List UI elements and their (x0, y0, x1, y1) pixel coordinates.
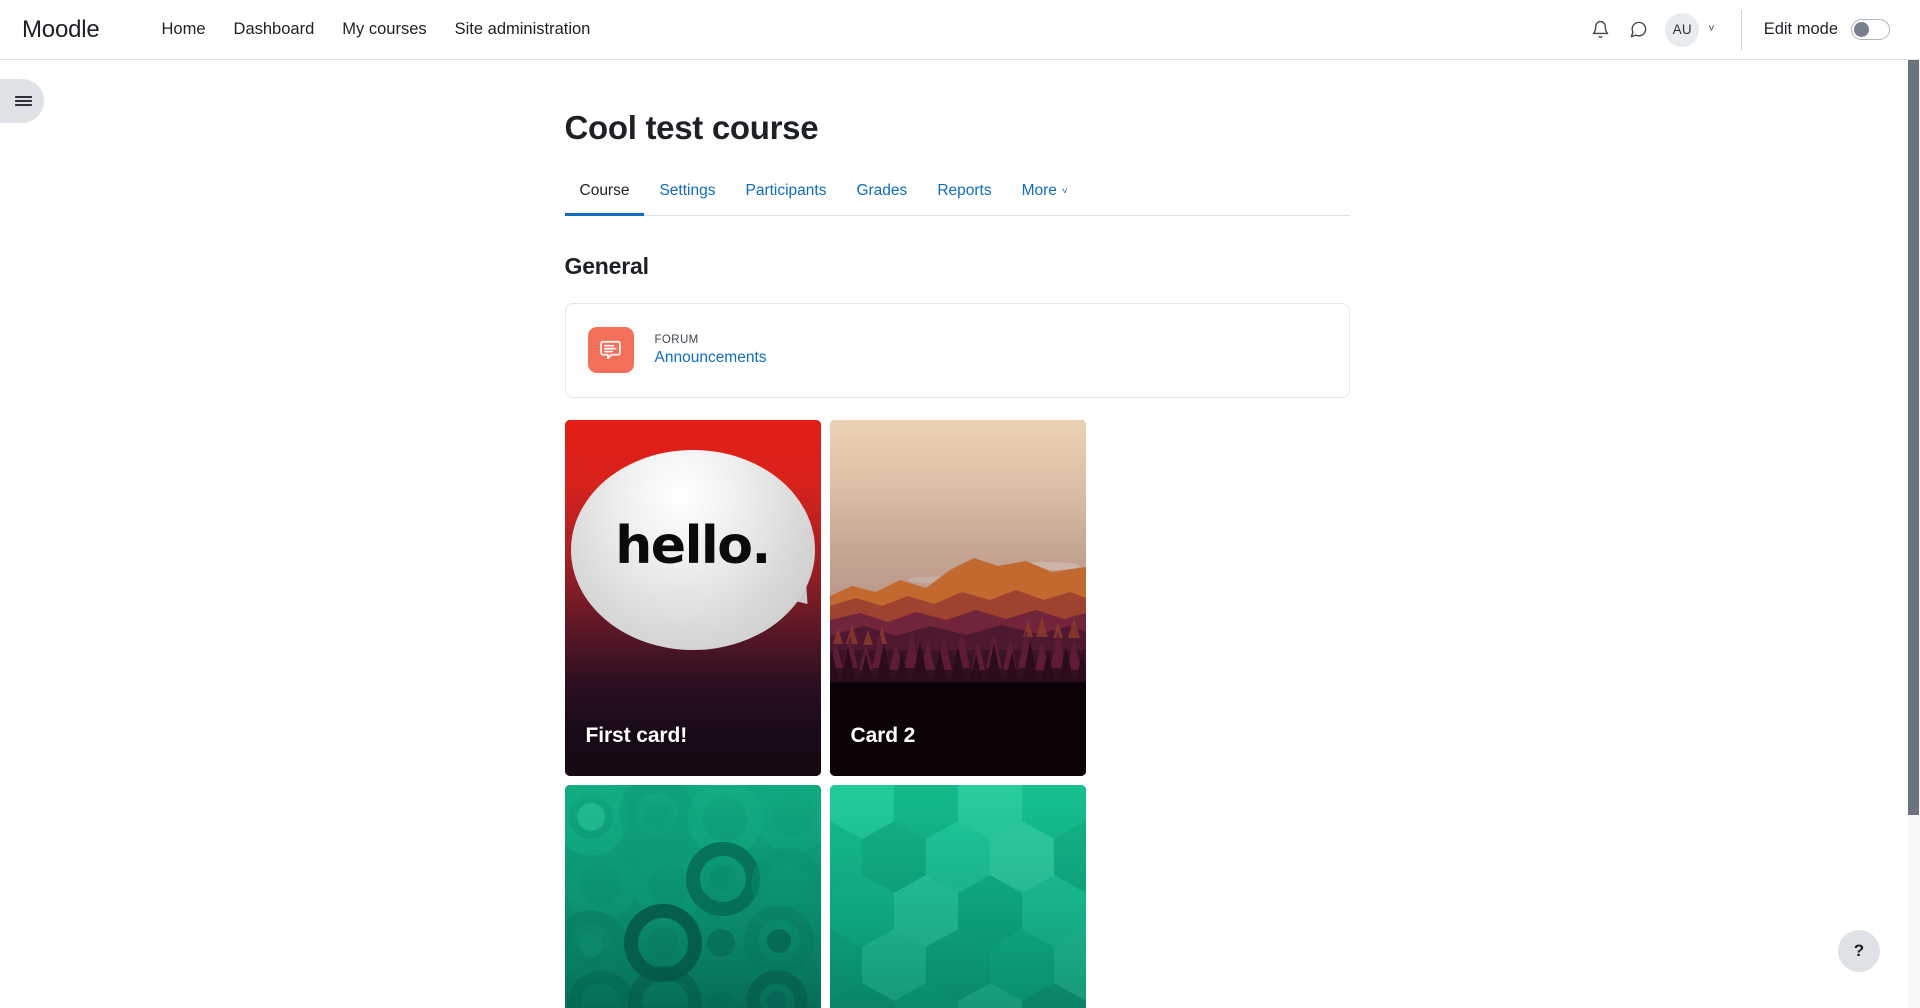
tab-course[interactable]: Course (564, 170, 645, 216)
tab-settings[interactable]: Settings (644, 170, 730, 216)
media-card-first-card[interactable]: hello. First card! (564, 419, 821, 776)
edit-mode-label: Edit mode (1763, 20, 1838, 38)
course-content: Cool test course Course Settings Partici… (564, 60, 1350, 1008)
media-card-4[interactable] (829, 784, 1086, 1008)
tab-grades[interactable]: Grades (841, 170, 922, 216)
activity-name-link[interactable]: Announcements (655, 349, 767, 366)
green-hexagon-pattern-art (829, 784, 1086, 1008)
nav-item-home[interactable]: Home (148, 14, 220, 45)
activity-meta: FORUM Announcements (655, 334, 767, 367)
nav-item-site-administration[interactable]: Site administration (441, 14, 605, 45)
media-card-title: Card 2 (850, 723, 916, 747)
course-index-drawer-toggle[interactable] (0, 79, 44, 123)
tab-more[interactable]: More ˅ (1007, 170, 1083, 216)
course-tab-bar: Course Settings Participants Grades Repo… (564, 170, 1350, 216)
edit-mode-toggle[interactable] (1851, 19, 1890, 40)
nav-item-my-courses[interactable]: My courses (328, 14, 440, 45)
forum-icon (587, 327, 634, 374)
course-index-icon (15, 95, 32, 107)
scrollbar-thumb[interactable] (1908, 60, 1919, 815)
chevron-down-icon: ˅ (1708, 23, 1715, 35)
help-button[interactable]: ? (1838, 930, 1880, 972)
hello-speech-bubble-art: hello. (564, 419, 821, 776)
top-navbar: Moodle Home Dashboard My courses Site ad… (0, 0, 1920, 60)
chat-bubble-icon[interactable] (1619, 11, 1657, 49)
media-card-card-3[interactable]: Card 3 (564, 784, 821, 1008)
tab-participants[interactable]: Participants (730, 170, 841, 216)
primary-navigation: Home Dashboard My courses Site administr… (148, 14, 605, 45)
speech-bubble-text: hello. (615, 515, 771, 576)
section-title-general: General (564, 252, 649, 279)
avatar: AU (1665, 12, 1700, 47)
site-brand-moodle[interactable]: Moodle (22, 16, 100, 44)
teal-concentric-circles-art (564, 784, 821, 1008)
navbar-right-cluster: AU ˅ Edit mode (1581, 0, 1920, 59)
media-card-card-2[interactable]: Card 2 (829, 419, 1086, 776)
page-title: Cool test course (564, 109, 819, 146)
activity-item-announcements[interactable]: FORUM Announcements (564, 302, 1350, 398)
edit-mode-control: Edit mode (1764, 19, 1890, 40)
nav-item-dashboard[interactable]: Dashboard (220, 14, 329, 45)
course-card-grid: hello. First card! Card 2 (564, 419, 1350, 1008)
toggle-knob (1854, 22, 1869, 37)
tab-reports[interactable]: Reports (922, 170, 1006, 216)
media-card-title: First card! (585, 723, 688, 747)
page-region: Cool test course Course Settings Partici… (0, 60, 1908, 1008)
page-scrollbar[interactable] (1908, 60, 1920, 1008)
sunset-mountain-forest-art (829, 419, 1086, 776)
chevron-down-icon: ˅ (1061, 185, 1068, 197)
navbar-divider (1740, 9, 1742, 50)
tab-more-label: More (1021, 181, 1057, 199)
activity-type-label: FORUM (654, 333, 699, 346)
user-menu-toggle[interactable]: AU ˅ (1665, 12, 1715, 47)
bell-icon[interactable] (1581, 11, 1619, 49)
